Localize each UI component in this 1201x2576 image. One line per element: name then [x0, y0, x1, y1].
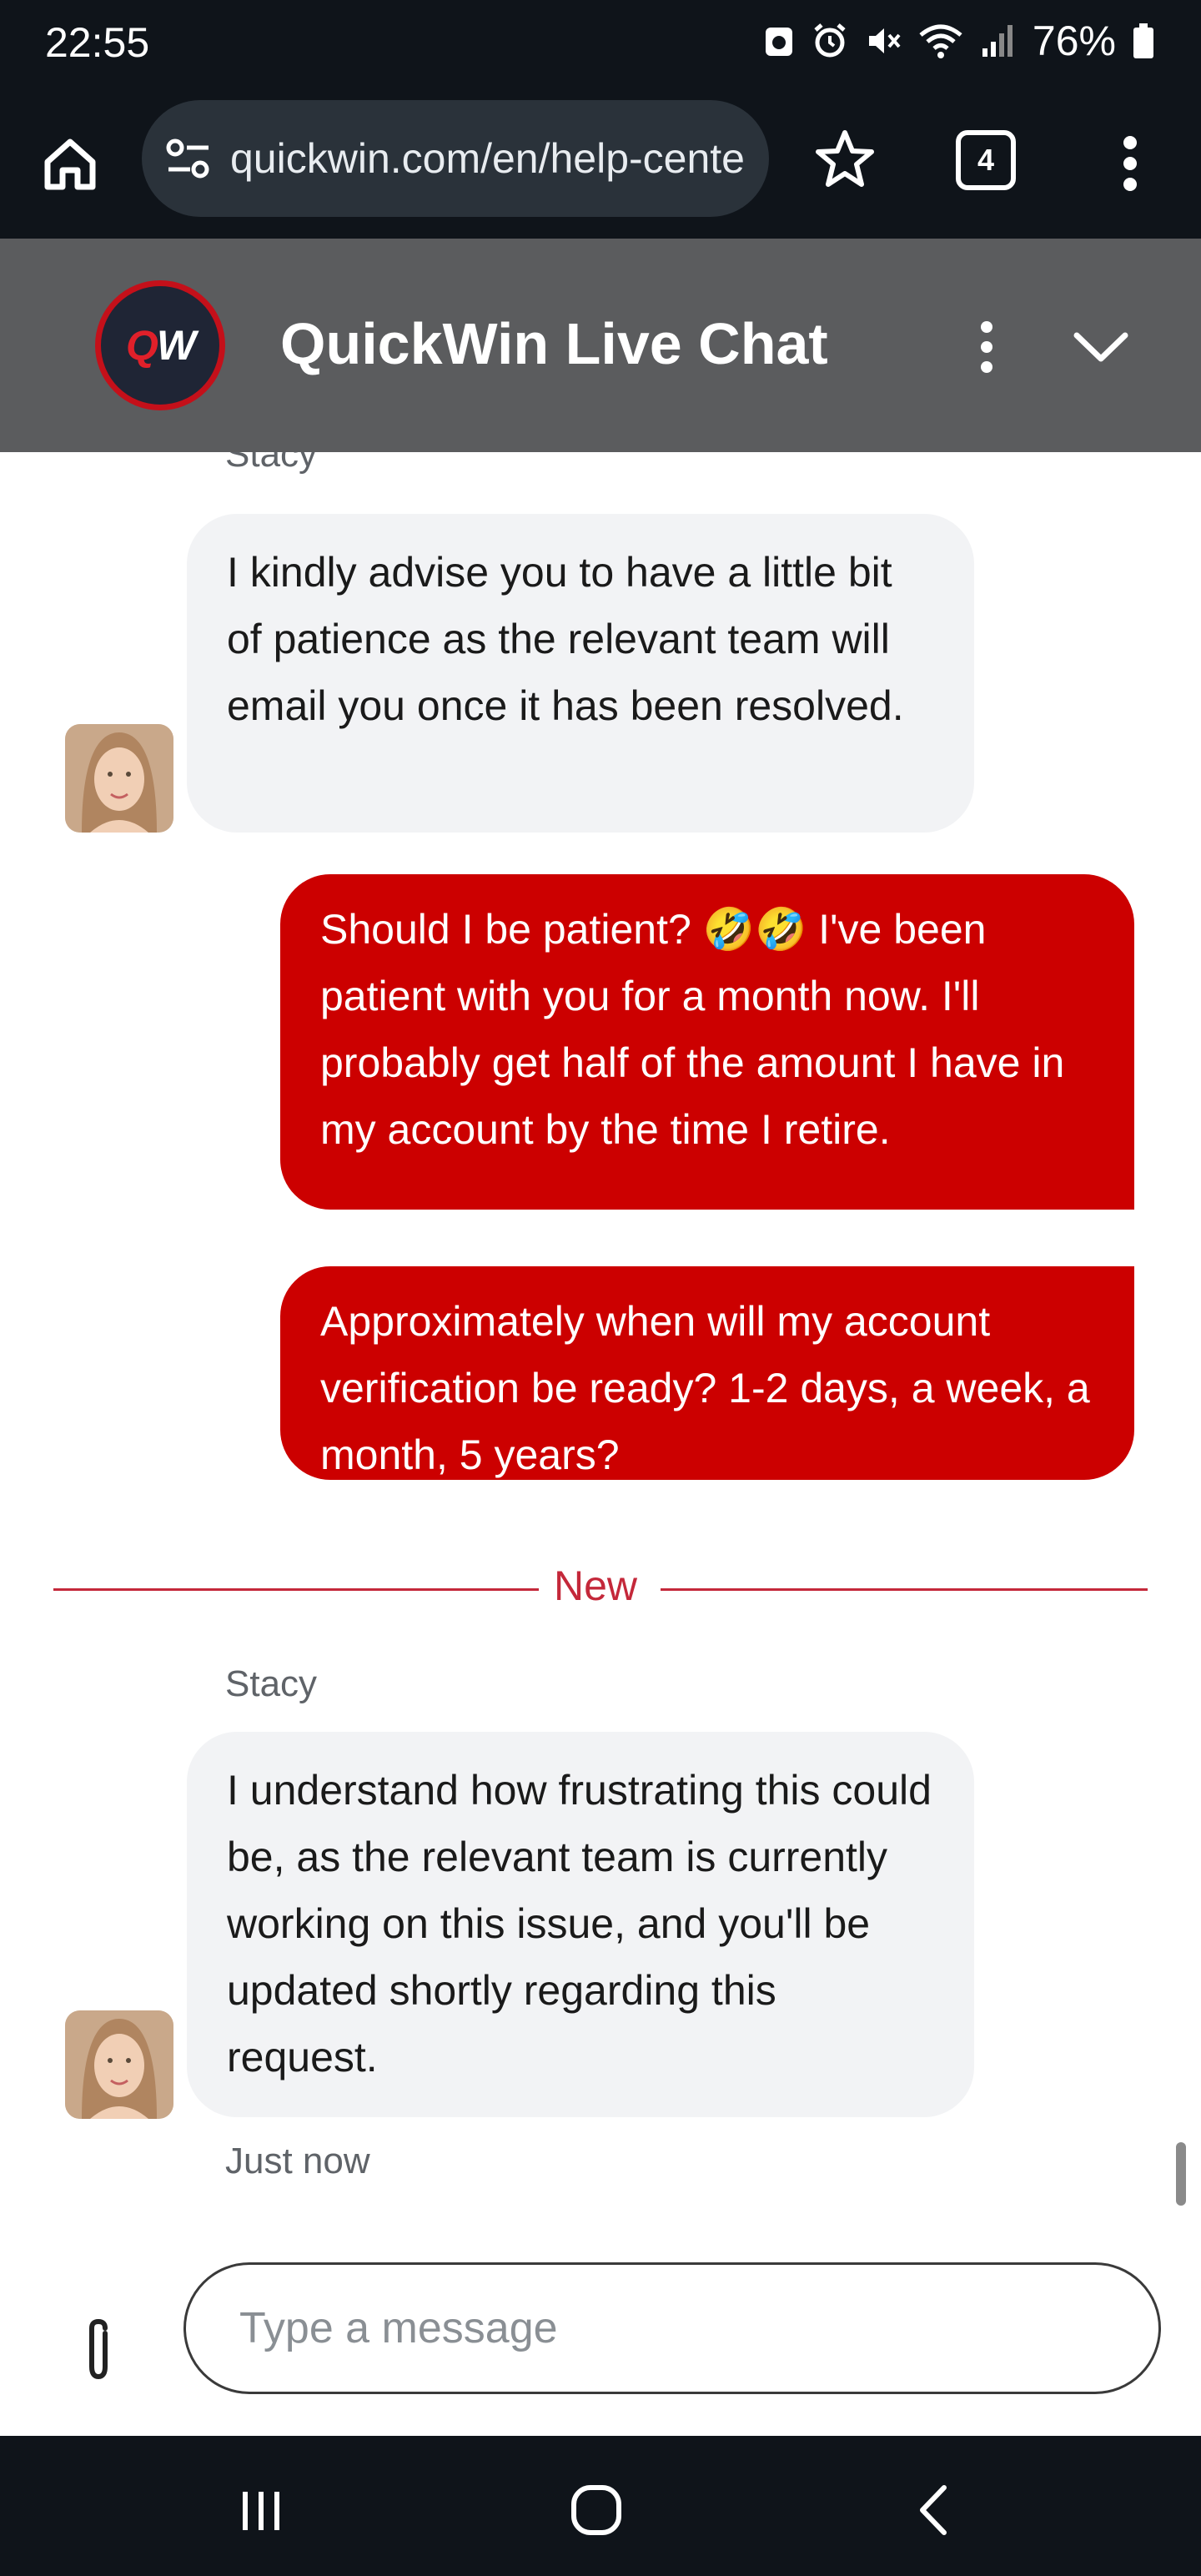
incoming-message: I understand how frustrating this could …: [187, 1732, 974, 2117]
outgoing-message: Should I be patient? 🤣🤣 I've been patien…: [280, 874, 1134, 1210]
status-bar: 22:55 76%: [0, 0, 1201, 90]
sender-name: Stacy: [225, 452, 318, 475]
status-time: 22:55: [45, 19, 150, 66]
signal-icon: [982, 25, 1013, 57]
chevron-down-icon: [1073, 332, 1128, 362]
status-icons: 76%: [762, 17, 1156, 65]
recents-icon: [243, 2492, 279, 2530]
browser-toolbar: quickwin.com/en/help-center 4: [0, 90, 1201, 239]
scrollbar-thumb[interactable]: [1176, 2142, 1186, 2206]
quickwin-logo: QW: [95, 280, 225, 410]
mute-icon: [868, 28, 901, 53]
battery-icon: [1133, 23, 1153, 58]
star-icon: [816, 130, 874, 187]
nav-home-icon: [571, 2485, 621, 2535]
browser-menu-button[interactable]: [1101, 122, 1159, 205]
attach-button[interactable]: [73, 2312, 123, 2387]
message-timestamp: Just now: [225, 2141, 370, 2181]
battery-percent: 76%: [1032, 18, 1116, 64]
logo-letters: QW: [125, 322, 196, 369]
system-home-button[interactable]: [559, 2473, 634, 2548]
chat-header: QW QuickWin Live Chat: [0, 239, 1201, 452]
chat-options-button[interactable]: [966, 305, 1008, 389]
app-notification-icon: [765, 28, 792, 56]
system-back-button[interactable]: [896, 2473, 971, 2548]
more-vert-icon: [981, 321, 992, 373]
chat-title: QuickWin Live Chat: [280, 311, 828, 376]
back-icon: [920, 2485, 947, 2535]
agent-avatar: [65, 724, 173, 833]
tab-switcher-button[interactable]: 4: [956, 130, 1016, 190]
minimize-chat-button[interactable]: [1068, 314, 1134, 380]
tune-icon[interactable]: [163, 133, 214, 184]
message-input[interactable]: [183, 2262, 1161, 2394]
message-composer: [0, 2262, 1201, 2436]
bookmark-button[interactable]: [807, 122, 882, 197]
outgoing-message: Approximately when will my account verif…: [280, 1266, 1134, 1480]
home-icon: [44, 138, 96, 190]
address-bar[interactable]: quickwin.com/en/help-center: [142, 100, 769, 217]
divider-line-left: [53, 1588, 539, 1591]
browser-home-button[interactable]: [37, 127, 103, 202]
divider-line-right: [661, 1588, 1148, 1591]
system-navigation-bar: [0, 2436, 1201, 2576]
agent-avatar-image: [65, 724, 173, 833]
paperclip-icon: [89, 2318, 108, 2380]
incoming-message: I kindly advise you to have a little bit…: [187, 514, 974, 833]
url-text[interactable]: quickwin.com/en/help-center: [230, 134, 747, 183]
agent-avatar-image: [65, 2010, 173, 2119]
recents-button[interactable]: [224, 2473, 299, 2548]
sender-name: Stacy: [225, 1663, 318, 1704]
message-list[interactable]: Stacy I kindly advise you to have a litt…: [0, 452, 1201, 2262]
alarm-icon: [814, 23, 846, 58]
more-vert-icon: [1123, 136, 1137, 191]
wifi-icon: [919, 24, 962, 58]
agent-avatar: [65, 2010, 173, 2119]
new-messages-divider: New: [554, 1562, 638, 1609]
